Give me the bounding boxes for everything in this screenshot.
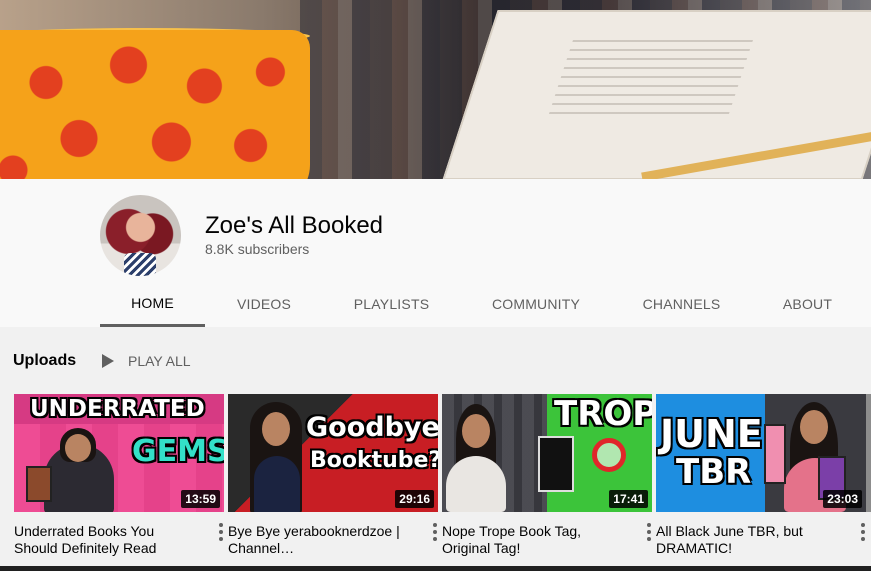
tab-channels[interactable]: CHANNELS <box>612 281 751 327</box>
kebab-menu-icon[interactable] <box>860 523 866 541</box>
video-duration: 29:16 <box>395 490 434 508</box>
banner-book-text <box>547 40 753 120</box>
video-title[interactable]: Bye Bye yerabooknerdzoe | Channel… <box>228 523 414 557</box>
video-card[interactable]: JUNE TBR 23:03 All Black June TBR, but D… <box>656 394 866 556</box>
channel-header: Zoe's All Booked 8.8K subscribers HOME V… <box>0 179 871 327</box>
subscriber-count: 8.8K subscribers <box>205 241 310 257</box>
kebab-menu-icon[interactable] <box>646 523 652 541</box>
kebab-menu-icon[interactable] <box>432 523 438 541</box>
channel-name: Zoe's All Booked <box>205 212 384 239</box>
video-title[interactable]: Nope Trope Book Tag, Original Tag! <box>442 523 628 557</box>
thumb-text: TBR <box>676 452 752 492</box>
thumb-person <box>446 456 506 512</box>
video-card[interactable]: TROPE 17:41 Nope Trope Book Tag, Origina… <box>442 394 652 556</box>
thumb-person <box>254 456 300 512</box>
channel-tabs: HOME VIDEOS PLAYLISTS COMMUNITY CHANNELS… <box>100 281 864 327</box>
avatar-shirt <box>124 253 156 276</box>
video-thumbnail[interactable]: TROPE 17:41 <box>442 394 652 512</box>
no-symbol-icon <box>592 438 626 472</box>
thumb-face <box>800 410 828 444</box>
thumb-text: GEMS <box>132 434 224 469</box>
uploads-header: Uploads <box>13 350 76 372</box>
thumb-text: UNDERRATED <box>30 396 205 422</box>
video-card[interactable]: UNDERRATED GEMS 13:59 Underrated Books Y… <box>14 394 224 556</box>
video-thumbnail[interactable]: UNDERRATED GEMS 13:59 <box>14 394 224 512</box>
channel-banner <box>0 0 871 179</box>
thumb-book <box>764 424 786 484</box>
video-thumbnail[interactable]: JUNE TBR 23:03 <box>656 394 866 512</box>
thumb-face <box>462 414 490 448</box>
video-title[interactable]: All Black June TBR, but DRAMATIC! <box>656 523 842 557</box>
banner-mug <box>0 30 310 179</box>
video-duration: 17:41 <box>609 490 648 508</box>
thumb-text: TROPE <box>554 394 652 434</box>
thumb-text: Goodbye <box>306 412 438 443</box>
thumb-face <box>262 412 290 446</box>
kebab-menu-icon[interactable] <box>218 523 224 541</box>
thumb-face <box>65 434 91 462</box>
next-video-thumbnail-edge <box>866 394 871 512</box>
video-duration: 13:59 <box>181 490 220 508</box>
uploads-title[interactable]: Uploads <box>13 352 76 370</box>
thumb-book <box>26 466 52 502</box>
play-all-button[interactable]: PLAY ALL <box>102 350 191 372</box>
play-all-label: PLAY ALL <box>128 353 191 369</box>
bottom-divider <box>0 566 871 571</box>
tab-playlists[interactable]: PLAYLISTS <box>323 281 460 327</box>
video-thumbnail[interactable]: Goodbye Booktube? 29:16 <box>228 394 438 512</box>
video-duration: 23:03 <box>823 490 862 508</box>
video-title[interactable]: Underrated Books You Should Definitely R… <box>14 523 200 557</box>
play-triangle-icon <box>102 354 114 368</box>
video-card[interactable]: Goodbye Booktube? 29:16 Bye Bye yerabook… <box>228 394 438 556</box>
thumb-book <box>538 436 574 492</box>
tab-videos[interactable]: VIDEOS <box>205 281 323 327</box>
tab-home[interactable]: HOME <box>100 281 205 327</box>
thumb-text: Booktube? <box>310 448 438 473</box>
tab-community[interactable]: COMMUNITY <box>460 281 612 327</box>
thumb-text: JUNE <box>660 412 763 456</box>
tab-about[interactable]: ABOUT <box>751 281 864 327</box>
channel-avatar[interactable] <box>100 195 181 276</box>
